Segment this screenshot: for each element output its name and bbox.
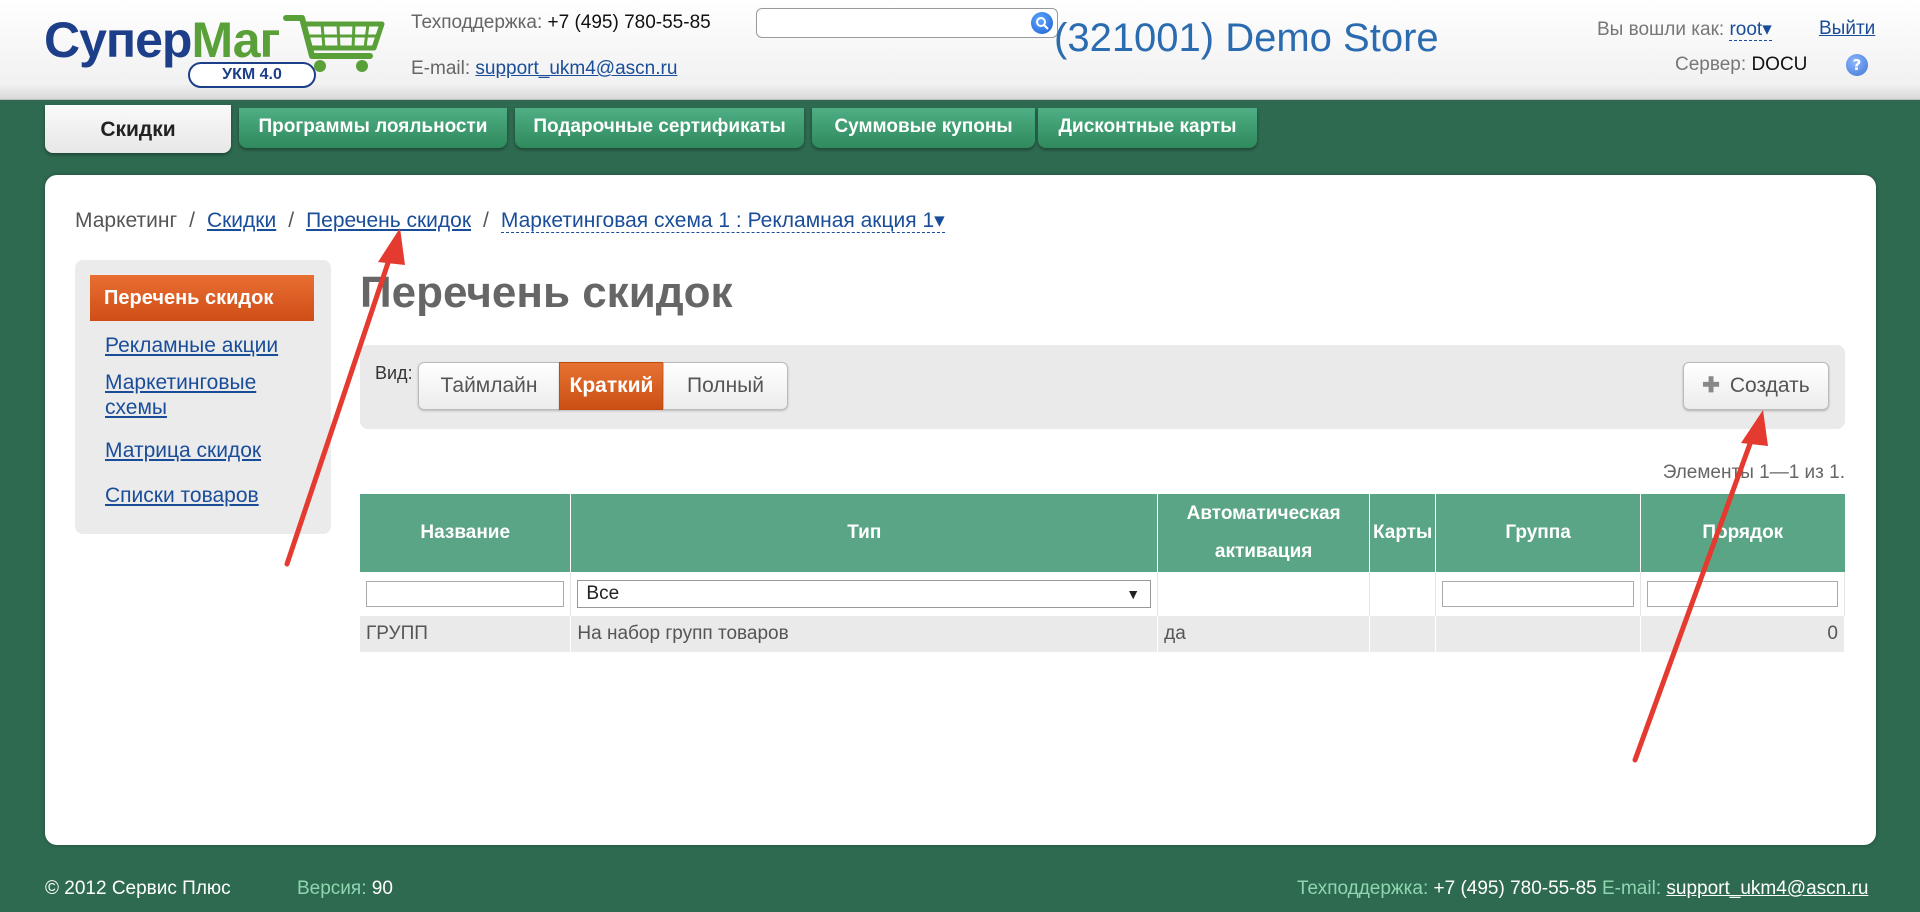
order-filter-input[interactable]	[1647, 581, 1838, 607]
filter-cell	[1640, 572, 1845, 616]
header-support: Техподдержка: +7 (495) 780-55-85	[411, 12, 711, 33]
items-count: Элементы 1—1 из 1.	[1662, 462, 1845, 483]
search-input[interactable]	[763, 10, 1023, 36]
help-icon[interactable]: ?	[1846, 54, 1868, 76]
col-type[interactable]: Тип	[570, 494, 1159, 572]
filter-cell	[360, 572, 572, 616]
tab-discounts[interactable]: Скидки	[45, 105, 231, 153]
footer-copyright: © 2012 Сервис Плюс	[45, 878, 231, 899]
breadcrumb-root: Маркетинг	[75, 209, 178, 232]
header-email: E-mail: support_ukm4@ascn.ru	[411, 58, 678, 79]
cell-type: На набор групп товаров	[570, 616, 1159, 652]
header-bar: СуперМаг УКМ 4.0 Техподдержка: +7 (495) …	[0, 0, 1920, 100]
user-menu[interactable]: root▾	[1729, 19, 1772, 41]
logout-link[interactable]: Выйти	[1819, 18, 1875, 40]
breadcrumb-discount-list[interactable]: Перечень скидок	[306, 209, 471, 232]
footer-version: Версия: 90	[297, 878, 393, 899]
col-order[interactable]: Порядок	[1640, 494, 1845, 572]
search-box	[756, 8, 1058, 38]
cell-name: ГРУПП	[360, 616, 572, 652]
sidebar-item-discount-list[interactable]: Перечень скидок	[90, 275, 314, 321]
view-brief-button[interactable]: Краткий	[559, 362, 664, 410]
search-icon[interactable]	[1031, 12, 1053, 34]
breadcrumb-scheme-dropdown[interactable]: Маркетинговая схема 1 : Рекламная акция …	[500, 209, 945, 233]
logo-wordmark: СуперМаг	[44, 12, 280, 68]
col-cards[interactable]: Карты	[1369, 494, 1437, 572]
group-filter-input[interactable]	[1442, 581, 1635, 607]
footer-support: Техподдержка: +7 (495) 780-55-85 E-mail:…	[1297, 878, 1869, 899]
footer-email-link[interactable]: support_ukm4@ascn.ru	[1666, 878, 1868, 899]
create-button[interactable]: ✚ Создать	[1683, 362, 1829, 410]
table-row[interactable]: ГРУПП На набор групп товаров да 0	[360, 616, 1845, 652]
sidebar-item-product-lists[interactable]: Списки товаров	[105, 483, 305, 508]
breadcrumb: Маркетинг / Скидки / Перечень скидок / Маркети…	[75, 209, 945, 233]
filter-row: Все ▼	[360, 572, 1845, 616]
header-email-link[interactable]: support_ukm4@ascn.ru	[475, 58, 677, 79]
cell-cards	[1369, 616, 1437, 652]
tab-loyalty-programs[interactable]: Программы лояльности	[239, 108, 507, 148]
sidebar-item-discount-matrix[interactable]: Матрица скидок	[105, 438, 305, 463]
col-name[interactable]: Название	[360, 494, 572, 572]
filter-cell: Все ▼	[570, 572, 1159, 616]
discounts-table: Название Тип Автоматическая активация Ка…	[360, 494, 1845, 652]
type-filter-select[interactable]: Все ▼	[577, 580, 1152, 608]
breadcrumb-discounts[interactable]: Скидки	[207, 209, 276, 232]
tab-gift-certificates[interactable]: Подарочные сертификаты	[515, 108, 804, 148]
logo[interactable]: СуперМаг УКМ 4.0	[44, 8, 385, 90]
filter-cell	[1369, 572, 1437, 616]
filter-cell	[1157, 572, 1371, 616]
name-filter-input[interactable]	[366, 581, 565, 607]
col-auto-activation[interactable]: Автоматическая активация	[1157, 494, 1371, 572]
sidebar-item-marketing-schemes[interactable]: Маркетинговые схемы	[105, 370, 305, 420]
select-arrow-icon: ▼	[1126, 586, 1141, 602]
logged-in-as: Вы вошли как: root▾	[1597, 19, 1772, 41]
filter-cell	[1435, 572, 1642, 616]
cell-auto-activation: да	[1157, 616, 1371, 652]
sidebar: Перечень скидок Рекламные акции Маркетин…	[75, 260, 331, 534]
table-header-row: Название Тип Автоматическая активация Ка…	[360, 494, 1845, 572]
server-info: Сервер: DOCU	[1675, 54, 1808, 75]
sidebar-item-ad-campaigns[interactable]: Рекламные акции	[105, 333, 305, 358]
view-full-button[interactable]: Полный	[663, 362, 788, 410]
cell-group	[1435, 616, 1642, 652]
tab-discount-cards[interactable]: Дисконтные карты	[1038, 108, 1257, 148]
view-timeline-button[interactable]: Таймлайн	[418, 362, 560, 410]
header-support-phone: +7 (495) 780-55-85	[547, 12, 711, 33]
page-title: Перечень скидок	[360, 268, 733, 317]
col-group[interactable]: Группа	[1435, 494, 1642, 572]
view-label: Вид:	[375, 363, 413, 383]
server-name: DOCU	[1751, 54, 1808, 75]
create-label: Создать	[1729, 374, 1810, 397]
logo-badge: УКМ 4.0	[188, 62, 316, 88]
cell-order: 0	[1640, 616, 1845, 652]
store-title: (321001) Demo Store	[1054, 16, 1439, 60]
plus-icon: ✚	[1702, 374, 1720, 397]
view-toolbar: Вид: Таймлайн Краткий Полный ✚ Создать	[360, 345, 1845, 429]
tab-sum-coupons[interactable]: Суммовые купоны	[812, 108, 1035, 148]
